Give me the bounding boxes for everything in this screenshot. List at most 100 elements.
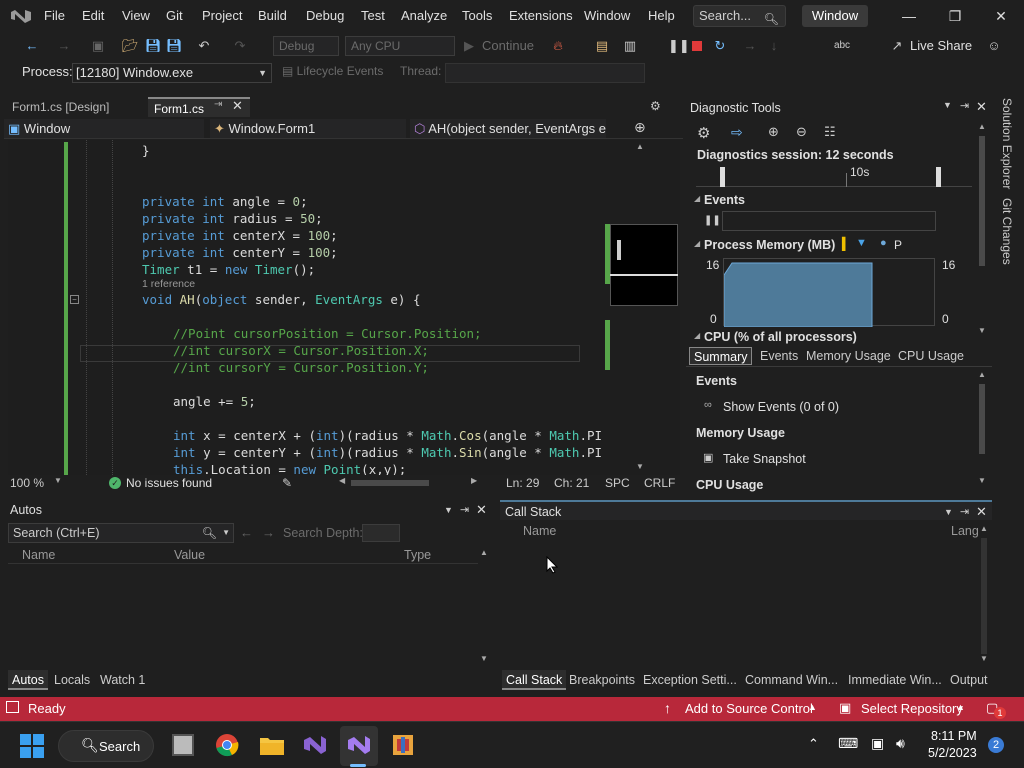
scroll-down-icon[interactable]: ▼ <box>636 462 644 471</box>
step-into-icon[interactable]: ↓ <box>766 36 782 56</box>
menu-file[interactable]: File <box>44 0 65 32</box>
tab-locals[interactable]: Locals <box>54 670 90 690</box>
scroll-up-icon[interactable]: ▲ <box>980 524 988 533</box>
horizontal-scrollbar[interactable]: ◀ ▶ <box>339 476 479 489</box>
notification-badge[interactable]: 2 <box>988 737 1004 753</box>
chevron-down-icon[interactable]: ▼ <box>944 502 953 522</box>
configuration-dropdown[interactable]: Debug <box>273 36 339 56</box>
column-name[interactable]: Name <box>22 548 55 562</box>
visual-studio-taskbar-icon[interactable] <box>303 733 327 757</box>
scroll-down-icon[interactable]: ▼ <box>980 654 988 663</box>
settings-gear-icon[interactable]: ⚙ <box>697 124 710 142</box>
autos-search-input[interactable]: Search (Ctrl+E) 🔍︎ ▼ <box>8 523 234 543</box>
close-icon[interactable]: ✕ <box>976 502 987 522</box>
gear-icon[interactable]: ⚙ <box>650 99 661 113</box>
forward-icon[interactable]: → <box>56 36 72 56</box>
scroll-up-icon[interactable]: ▲ <box>480 548 488 557</box>
issues-status[interactable]: No issues found <box>126 476 212 490</box>
vertical-scrollbar[interactable]: ▲ ▼ <box>976 122 988 336</box>
whitespace-mode[interactable]: SPC <box>605 476 630 490</box>
search-input[interactable]: Search... 🔍︎ <box>693 5 786 27</box>
chevron-down-icon[interactable]: ▼ <box>444 500 453 520</box>
column-language[interactable]: Lang <box>951 524 979 538</box>
visual-studio-active-icon[interactable] <box>347 733 371 757</box>
minimap-viewport[interactable] <box>610 224 678 306</box>
line-number[interactable]: Ln: 29 <box>506 476 539 490</box>
collapse-triangle-icon[interactable]: ◢ <box>694 239 700 248</box>
scroll-up-icon[interactable]: ▲ <box>636 142 644 151</box>
scroll-down-icon[interactable]: ▼ <box>978 476 986 485</box>
select-tools-icon[interactable]: ⇨ <box>731 124 743 141</box>
member-dropdown[interactable]: ⬡ AH(object sender, EventArgs e) <box>410 119 606 138</box>
layout-icon[interactable]: ▥ <box>622 36 638 56</box>
lifecycle-events-button[interactable]: ▤ Lifecycle Events <box>282 64 383 78</box>
search-forward-icon[interactable]: → <box>262 525 275 540</box>
menu-test[interactable]: Test <box>361 0 385 32</box>
platform-dropdown[interactable]: Any CPU <box>345 36 455 56</box>
split-editor-icon[interactable]: ⊕ <box>634 119 646 136</box>
line-ending[interactable]: CRLF <box>644 476 675 490</box>
menu-help[interactable]: Help <box>648 0 675 32</box>
scrollbar-thumb[interactable] <box>351 480 429 486</box>
show-next-statement-icon[interactable]: → <box>742 36 758 56</box>
close-icon[interactable]: ✕ <box>976 99 987 115</box>
collapse-triangle-icon[interactable]: ◢ <box>694 194 700 203</box>
save-icon[interactable]: 💾︎ <box>145 36 162 56</box>
menu-git[interactable]: Git <box>166 0 183 32</box>
zoom-out-icon[interactable]: ⊖ <box>796 124 807 140</box>
brush-icon[interactable]: ✎ <box>282 476 292 490</box>
chevron-down-icon[interactable]: ▼ <box>943 100 952 110</box>
tab-memory-usage[interactable]: Memory Usage <box>806 347 891 365</box>
class-dropdown[interactable]: ✦ Window.Form1 <box>210 119 406 138</box>
timeline-end-handle[interactable] <box>936 167 941 187</box>
tab-breakpoints[interactable]: Breakpoints <box>569 670 635 690</box>
undo-icon[interactable]: ↶ <box>196 36 212 56</box>
tab-summary[interactable]: Summary <box>689 347 753 365</box>
clock-date[interactable]: 5/2/2023 <box>928 746 977 760</box>
menu-build[interactable]: Build <box>258 0 287 32</box>
select-repository-button[interactable]: Select Repository <box>861 701 963 716</box>
tab-output[interactable]: Output <box>950 670 988 690</box>
chevron-up-icon[interactable]: ▲ <box>956 702 965 712</box>
autos-scrollbar[interactable]: ▲ ▼ <box>478 548 490 666</box>
app-icon[interactable] <box>391 733 415 757</box>
redo-icon[interactable]: ↷ <box>232 36 248 56</box>
scroll-left-icon[interactable]: ◀ <box>339 476 345 485</box>
clock-time[interactable]: 8:11 PM <box>931 729 977 743</box>
open-folder-icon[interactable]: 📂︎ <box>122 36 139 56</box>
pin-icon[interactable]: ⇥ <box>214 99 222 110</box>
windows-start-icon[interactable] <box>20 734 44 758</box>
process-dropdown[interactable]: [12180] Window.exe ▼ <box>72 63 272 83</box>
chevron-down-icon[interactable]: ▼ <box>222 524 230 542</box>
summary-scrollbar[interactable]: ▲ ▼ <box>976 370 988 490</box>
solution-explorer-tab[interactable]: Solution Explorer <box>1000 98 1014 189</box>
continue-button[interactable]: Continue <box>482 36 534 56</box>
column-value[interactable]: Value <box>174 548 205 562</box>
scrollbar-thumb[interactable] <box>979 136 985 266</box>
pin-icon[interactable]: ⇥ <box>960 502 969 522</box>
reference-count-lens[interactable]: 1 reference <box>142 277 195 291</box>
close-icon[interactable]: ✕ <box>476 500 487 520</box>
network-icon[interactable]: ▣ <box>871 735 884 752</box>
back-icon[interactable]: ← <box>24 36 40 56</box>
zoom-level[interactable]: 100 % <box>10 476 44 490</box>
collapse-triangle-icon[interactable]: ◢ <box>694 331 700 340</box>
reset-view-icon[interactable]: ☷ <box>824 124 836 140</box>
task-view-icon[interactable] <box>172 734 194 756</box>
scroll-up-icon[interactable]: ▲ <box>978 122 986 131</box>
visual-studio-logo-icon[interactable] <box>10 7 32 25</box>
chrome-icon[interactable] <box>215 733 239 757</box>
timeline-ruler[interactable]: 10s <box>696 165 972 187</box>
menu-window[interactable]: Window <box>584 0 630 32</box>
file-explorer-icon[interactable] <box>259 734 285 756</box>
restart-icon[interactable]: ↻ <box>712 36 728 56</box>
show-events-link[interactable]: Show Events (0 of 0) <box>723 400 839 414</box>
volume-icon[interactable]: 🔊︎ <box>896 735 905 752</box>
project-dropdown[interactable]: ▣ Window <box>4 119 204 138</box>
minimap-scrollbar[interactable]: ▲ ▼ <box>605 140 680 475</box>
menu-view[interactable]: View <box>122 0 150 32</box>
stop-icon[interactable] <box>690 36 704 56</box>
open-folder-icon-2[interactable]: ▤ <box>594 36 610 56</box>
hot-reload-icon[interactable]: 🔥︎ <box>550 36 566 56</box>
menu-debug[interactable]: Debug <box>306 0 344 32</box>
